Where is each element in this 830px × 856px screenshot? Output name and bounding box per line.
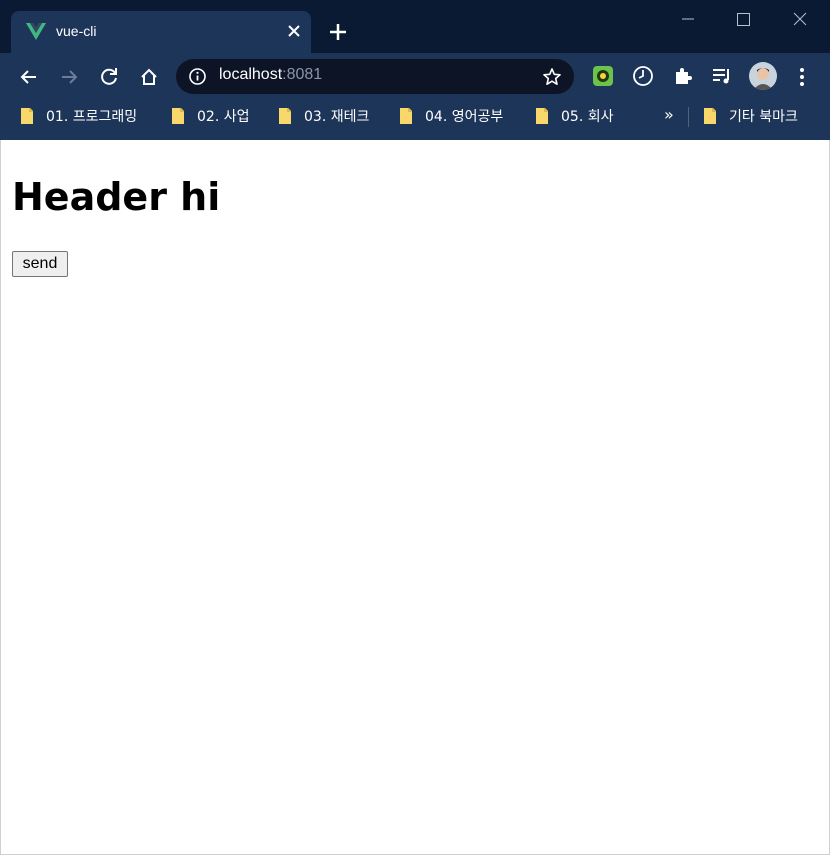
address-host: localhost	[219, 66, 283, 83]
send-button[interactable]: send	[12, 251, 68, 277]
profile-avatar[interactable]	[749, 62, 777, 90]
minimize-icon[interactable]	[665, 4, 711, 34]
bookmark-folder[interactable]: 04. 영어공부	[399, 105, 503, 127]
bookmark-label: 04. 영어공부	[425, 109, 504, 125]
maximize-icon[interactable]	[720, 4, 766, 34]
tab-title: vue-cli	[56, 23, 97, 39]
reload-icon[interactable]	[95, 63, 123, 91]
bookmark-label: 01. 프로그래밍	[46, 109, 138, 125]
address-text[interactable]: localhost:8081	[219, 66, 322, 84]
bookmark-folder[interactable]: 03. 재테크	[278, 105, 369, 127]
page-content: Header hi send	[0, 140, 830, 855]
other-bookmarks-folder[interactable]: 기타 북마크	[703, 105, 798, 127]
bookmarks-overflow-button[interactable]: »	[664, 105, 674, 124]
media-queue-icon[interactable]	[710, 64, 734, 88]
extension-green-icon[interactable]	[591, 64, 615, 88]
menu-icon[interactable]	[788, 63, 816, 91]
browser-chrome: vue-cli localhost:8081 01. 프로그래밍 02. 사업 …	[0, 0, 830, 140]
folder-icon	[172, 108, 184, 124]
bookmark-label: 05. 회사	[561, 109, 614, 125]
vue-logo-icon	[26, 23, 46, 40]
other-bookmarks-label: 기타 북마크	[729, 109, 798, 125]
folder-icon	[400, 108, 412, 124]
folder-icon	[704, 108, 716, 124]
tab-close-icon[interactable]	[283, 20, 305, 42]
bookmark-folder[interactable]: 02. 사업	[171, 105, 249, 127]
bookmark-star-icon[interactable]	[541, 66, 563, 88]
folder-icon	[536, 108, 548, 124]
clock-icon[interactable]	[631, 64, 655, 88]
puzzle-icon[interactable]	[671, 64, 695, 88]
site-info-icon[interactable]	[188, 67, 207, 86]
folder-icon	[279, 108, 291, 124]
address-port: :8081	[282, 66, 323, 83]
bookmarks-divider	[688, 107, 689, 127]
close-icon[interactable]	[777, 4, 823, 34]
address-bar[interactable]: localhost:8081	[176, 59, 574, 94]
browser-tab[interactable]: vue-cli	[11, 11, 311, 53]
page-heading: Header hi	[12, 175, 221, 219]
bookmark-label: 02. 사업	[197, 109, 250, 125]
folder-icon	[21, 108, 33, 124]
bookmark-folder[interactable]: 01. 프로그래밍	[20, 105, 137, 127]
home-icon[interactable]	[135, 63, 163, 91]
bookmark-folder[interactable]: 05. 회사	[535, 105, 613, 127]
forward-icon[interactable]	[55, 63, 83, 91]
bookmark-label: 03. 재테크	[304, 109, 370, 125]
back-icon[interactable]	[15, 63, 43, 91]
new-tab-icon[interactable]	[326, 20, 350, 44]
